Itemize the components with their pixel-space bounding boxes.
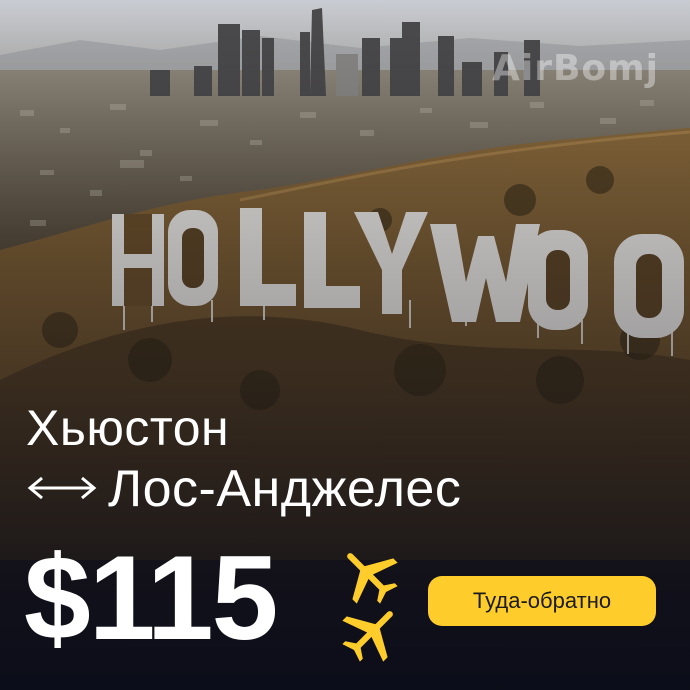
flight-ad-banner[interactable]: AirBomj Хьюстон Лос-Анджелес $115 Туда-о… [0,0,690,690]
watermark-logo: AirBomj [492,48,659,89]
double-arrow-icon [27,476,97,500]
origin-city: Хьюстон [26,400,230,456]
airplane-takeoff-icon [347,553,398,604]
round-trip-badge: Туда-обратно [428,576,656,626]
airplane-landing-icon [342,611,393,662]
destination-city: Лос-Анджелес [108,460,462,518]
ticket-price: $115 [24,531,278,665]
